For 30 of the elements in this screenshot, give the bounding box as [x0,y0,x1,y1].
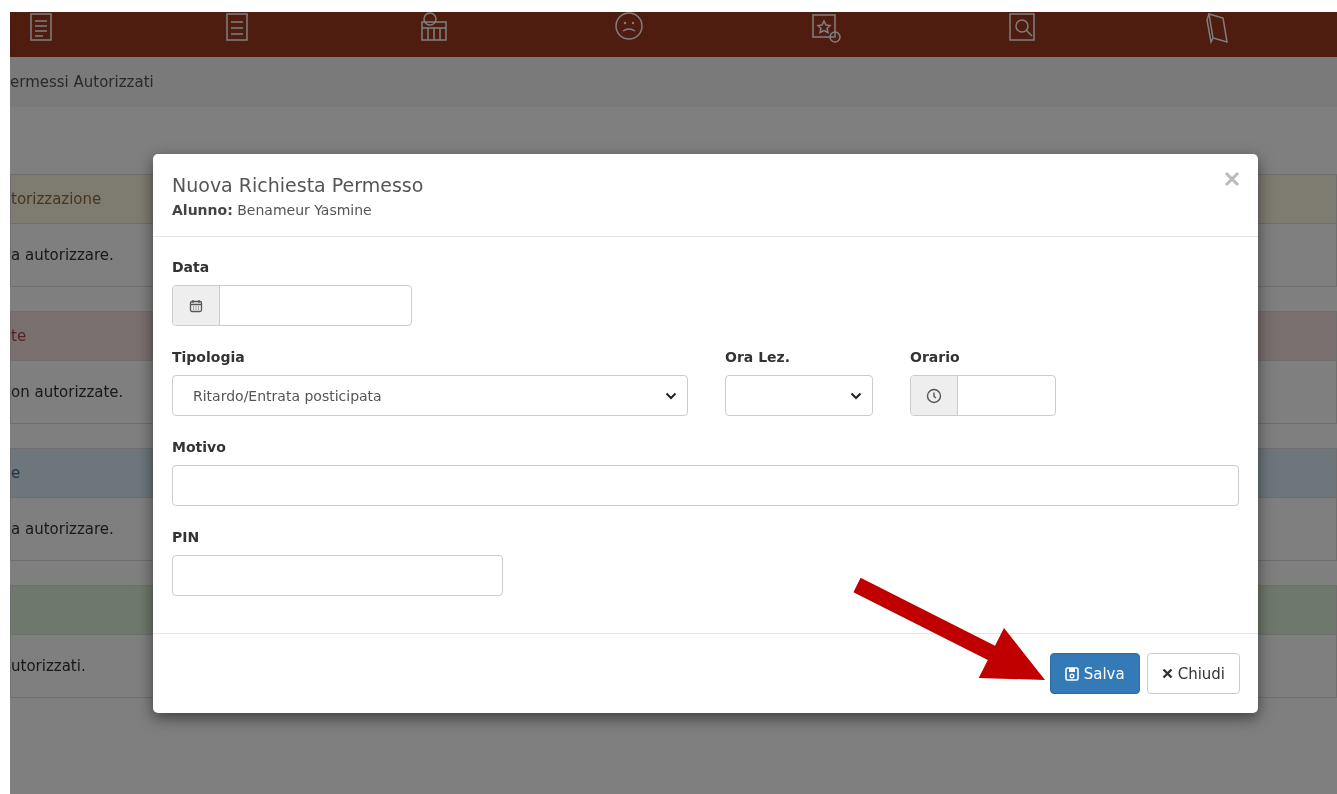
modal-title: Nuova Richiesta Permesso [172,174,424,196]
select-field[interactable]: Ritardo/Entrata posticipata [172,375,688,416]
input-field[interactable] [172,555,503,596]
chevron-down-icon [665,391,677,400]
time-field[interactable] [910,375,1056,416]
calendar-star-icon[interactable] [809,12,841,44]
close-icon [1224,171,1240,187]
panel-title: torizzazione [11,190,102,208]
panel-text: a autorizzare. [11,520,114,538]
calendar-icon [189,298,203,313]
close-icon [1161,668,1173,679]
field-label: Ora Lez. [725,348,791,367]
field-label: PIN [172,528,201,547]
date-field[interactable] [172,285,412,326]
chevron-down-icon [850,391,862,400]
field-label: Motivo [172,438,227,457]
panel-title: e [11,464,21,482]
panel-text: on autorizzate. [11,383,124,401]
panel-title: te [11,327,27,345]
panel-text: utorizzati. [11,657,86,675]
field-label: Orario [910,348,961,367]
student-name: Alunno: Benameur Yasmine [172,202,372,218]
clock-icon [926,387,942,404]
select-field[interactable] [725,375,873,416]
field-label: Tipologia [172,348,246,367]
close-dialog-button[interactable]: Chiudi [1146,653,1240,694]
input-field[interactable] [172,465,1239,506]
save-button[interactable]: Salva [1049,653,1140,694]
field-label: Data [172,258,211,277]
panel-text: a autorizzare. [11,246,114,264]
